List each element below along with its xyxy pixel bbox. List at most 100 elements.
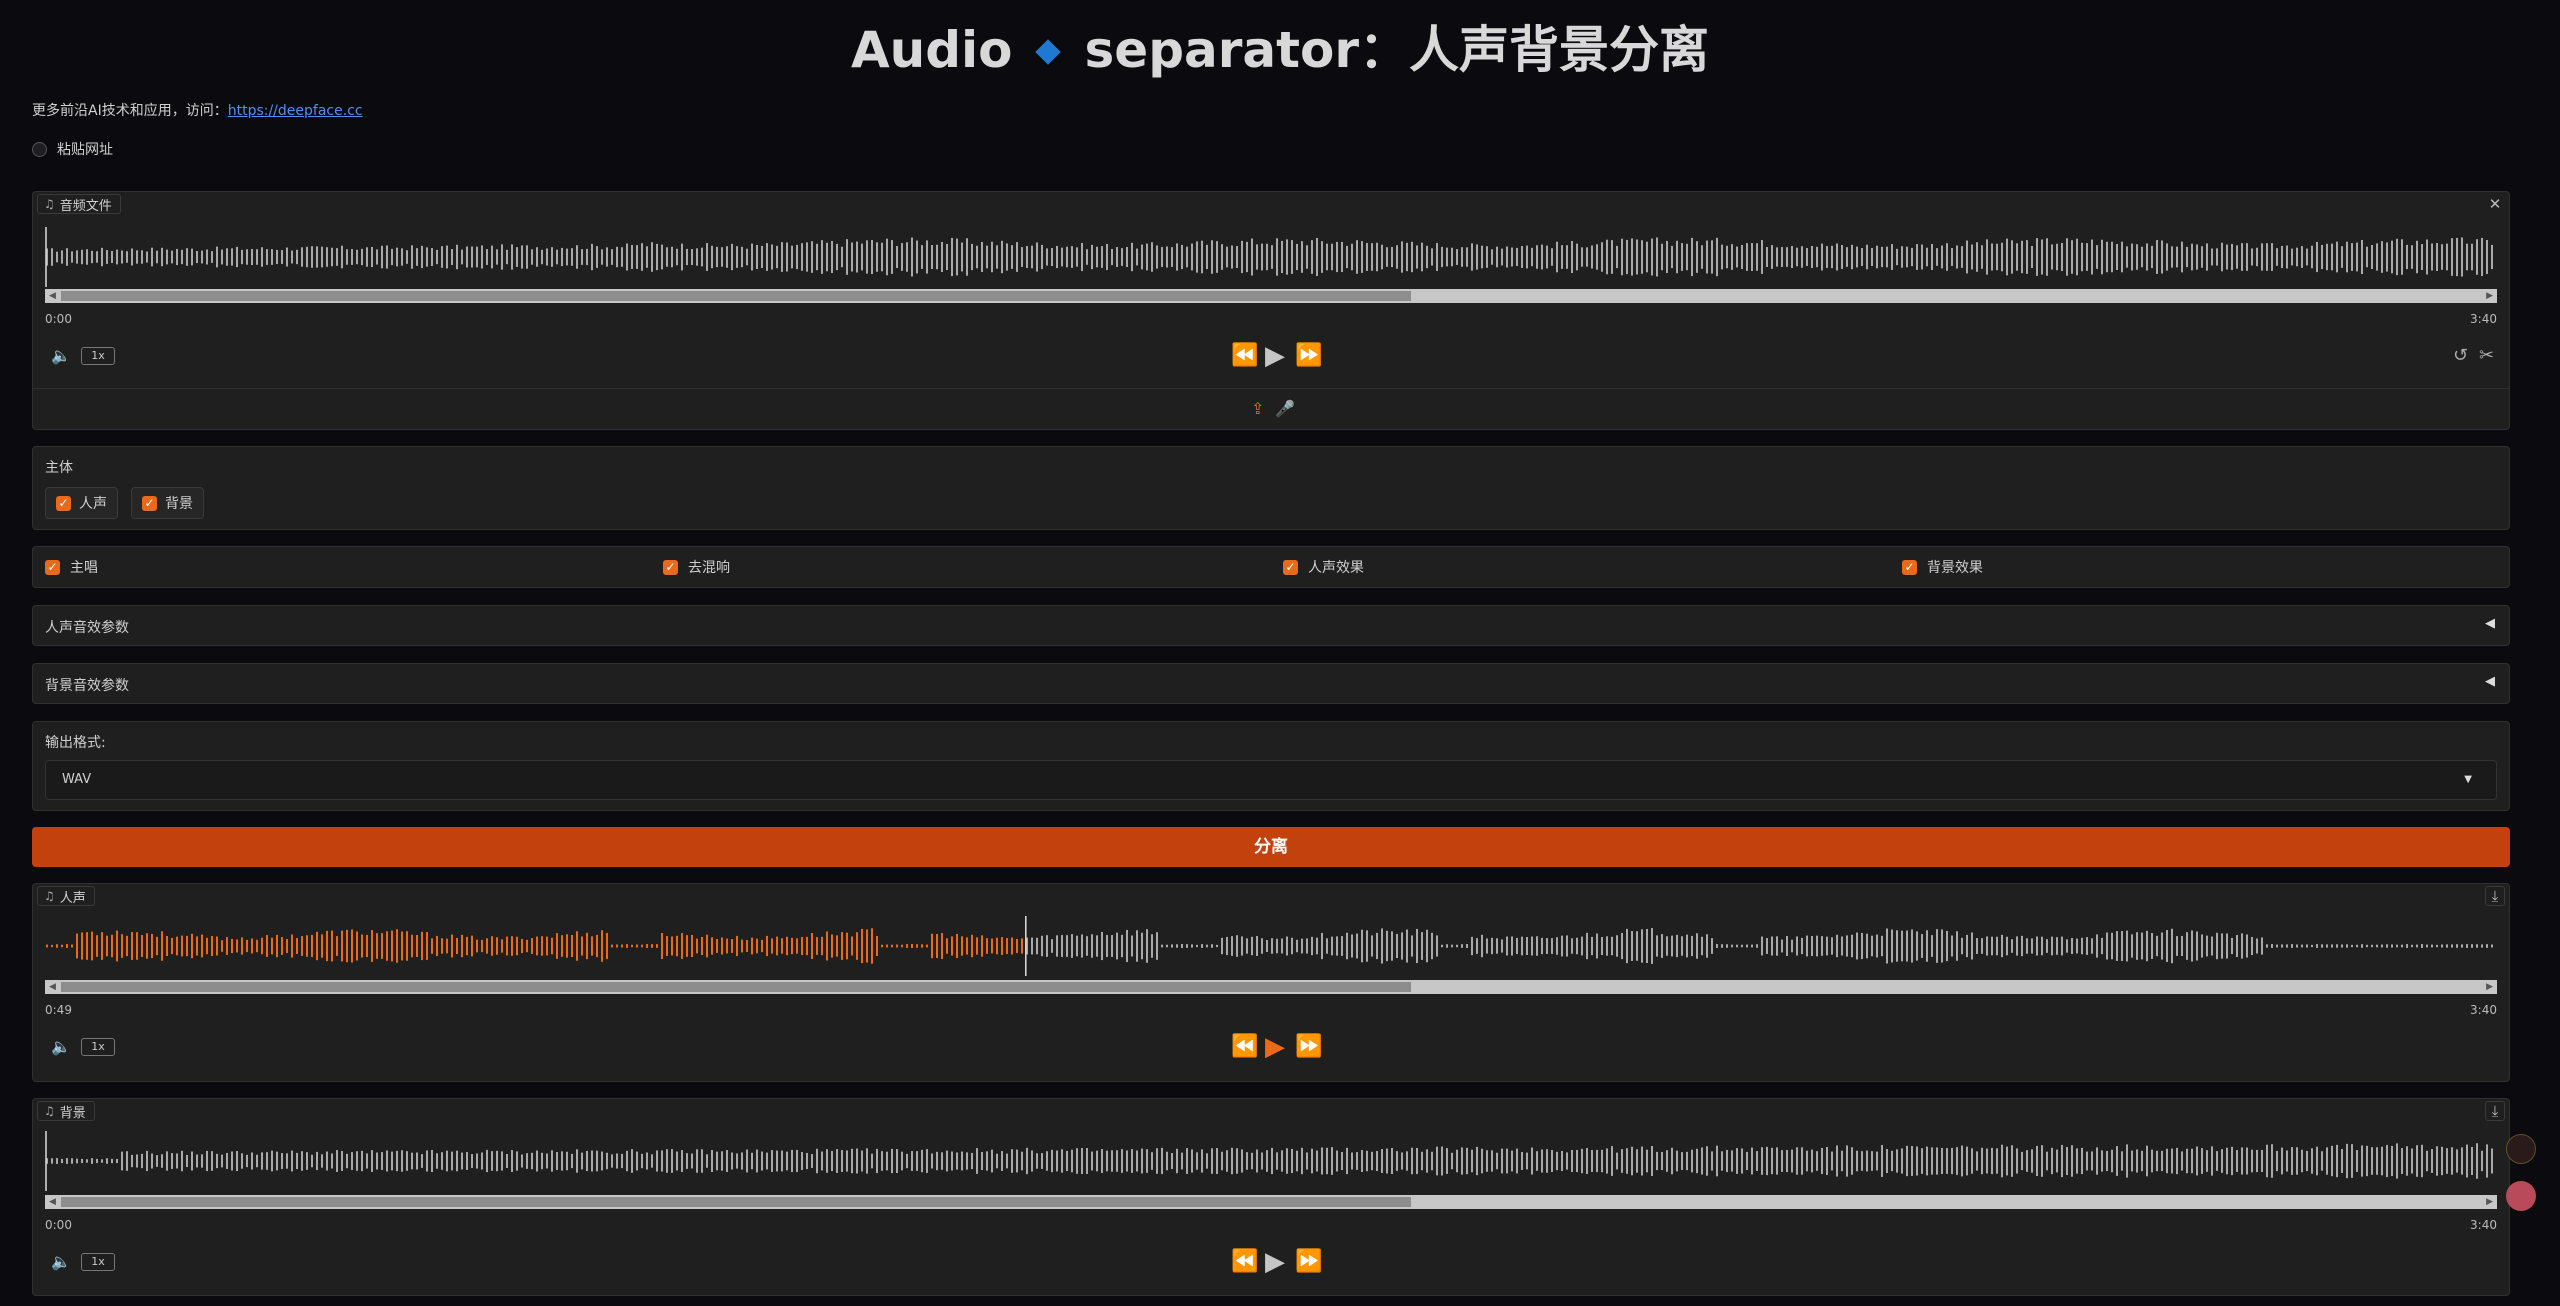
volume-icon[interactable]: 🔈 bbox=[51, 1252, 71, 1271]
option-background-effects[interactable]: ✓ 背景效果 bbox=[1902, 547, 1983, 587]
subject-panel: 主体 ✓ 人声 ✓ 背景 bbox=[32, 446, 2510, 530]
option-lead-vocal[interactable]: ✓ 主唱 bbox=[45, 547, 98, 587]
check-icon[interactable]: ✓ bbox=[663, 559, 678, 575]
title-part2: separator：人声背景分离 bbox=[1084, 21, 1710, 79]
playback-rate-button[interactable]: 1x bbox=[81, 1038, 115, 1056]
vocals-output-panel: ♫ 人声 ⤓ ◀ ▶ 0:49 3:40 🔈 1x ⏪ ▶ ⏩ bbox=[32, 883, 2510, 1082]
check-icon[interactable]: ✓ bbox=[56, 495, 71, 511]
trim-scissors-icon[interactable]: ✂ bbox=[2479, 345, 2494, 366]
close-icon[interactable]: ✕ bbox=[2485, 194, 2505, 214]
paste-url-radio[interactable] bbox=[32, 141, 47, 157]
collapse-arrow-icon[interactable]: ◀ bbox=[2485, 616, 2495, 631]
background-label: 背景 bbox=[59, 1105, 86, 1121]
dropdown-caret-icon[interactable]: ▼ bbox=[2464, 761, 2472, 799]
format-panel: 输出格式: WAV ▼ bbox=[32, 721, 2510, 811]
microphone-icon[interactable]: 🎤 bbox=[1275, 399, 1295, 418]
scroll-right-arrow-icon[interactable]: ▶ bbox=[2486, 289, 2493, 303]
skip-forward-icon[interactable]: ⏩ bbox=[1295, 1249, 1322, 1275]
accordion-background-params[interactable]: 背景音效参数 ◀ bbox=[32, 663, 2510, 704]
background-time-start: 0:00 bbox=[45, 1218, 72, 1232]
accordion-vocal-params[interactable]: 人声音效参数 ◀ bbox=[32, 605, 2510, 646]
music-note-icon: ♫ bbox=[44, 889, 55, 903]
vocals-scroll-thumb[interactable] bbox=[61, 982, 1411, 992]
scroll-left-arrow-icon[interactable]: ◀ bbox=[49, 289, 56, 303]
check-icon[interactable]: ✓ bbox=[45, 559, 60, 575]
download-icon[interactable]: ⤓ bbox=[2485, 886, 2505, 906]
skip-forward-icon[interactable]: ⏩ bbox=[1295, 343, 1322, 369]
upload-icon[interactable]: ⇪ bbox=[1251, 399, 1264, 418]
background-controls: 🔈 1x ⏪ ▶ ⏩ bbox=[45, 1249, 2497, 1275]
accordion-label: 人声音效参数 bbox=[45, 620, 129, 636]
accordion-label: 背景音效参数 bbox=[45, 678, 129, 694]
option-label: 背景效果 bbox=[1927, 560, 1983, 576]
play-icon[interactable]: ▶ bbox=[1265, 1034, 1285, 1060]
scroll-right-arrow-icon[interactable]: ▶ bbox=[2486, 980, 2493, 994]
input-audio-label: 音频文件 bbox=[59, 198, 112, 214]
vocals-time-current: 0:49 bbox=[45, 1003, 72, 1017]
skip-forward-icon[interactable]: ⏩ bbox=[1295, 1034, 1322, 1060]
background-scroll-thumb[interactable] bbox=[61, 1197, 1411, 1207]
play-icon[interactable]: ▶ bbox=[1265, 343, 1285, 369]
play-icon[interactable]: ▶ bbox=[1265, 1249, 1285, 1275]
source-bar: ⇪ 🎤 bbox=[33, 388, 2509, 428]
option-label: 人声效果 bbox=[1308, 560, 1364, 576]
background-scrollbar[interactable]: ◀ ▶ bbox=[45, 1195, 2497, 1209]
paste-url-label: 粘贴网址 bbox=[57, 142, 113, 158]
option-vocal-effects[interactable]: ✓ 人声效果 bbox=[1283, 547, 1364, 587]
scroll-left-arrow-icon[interactable]: ◀ bbox=[49, 1195, 56, 1209]
separate-button[interactable]: 分离 bbox=[32, 827, 2510, 867]
option-label: 主唱 bbox=[70, 560, 98, 576]
input-controls: 🔈 1x ⏪ ▶ ⏩ ↺ ✂ bbox=[45, 343, 2497, 369]
undo-icon[interactable]: ↺ bbox=[2453, 345, 2468, 366]
skip-backward-icon[interactable]: ⏪ bbox=[1231, 343, 1258, 369]
page-title: Audio separator：人声背景分离 bbox=[0, 18, 2560, 82]
option-label: 去混响 bbox=[688, 560, 730, 576]
input-audio-tag: ♫ 音频文件 bbox=[37, 194, 121, 214]
background-waveform[interactable] bbox=[45, 1131, 2497, 1191]
more-info: 更多前沿AI技术和应用，访问：https://deepface.cc bbox=[32, 100, 363, 120]
floating-tool-icon[interactable] bbox=[2506, 1134, 2536, 1164]
skip-backward-icon[interactable]: ⏪ bbox=[1231, 1034, 1258, 1060]
format-label: 输出格式: bbox=[45, 735, 106, 751]
scroll-left-arrow-icon[interactable]: ◀ bbox=[49, 980, 56, 994]
vocals-scrollbar[interactable]: ◀ ▶ bbox=[45, 980, 2497, 994]
subject-option-vocals[interactable]: ✓ 人声 bbox=[45, 487, 118, 519]
option-dereverb[interactable]: ✓ 去混响 bbox=[663, 547, 730, 587]
download-icon[interactable]: ⤓ bbox=[2485, 1101, 2505, 1121]
background-output-panel: ♫ 背景 ⤓ ◀ ▶ 0:00 3:40 🔈 1x ⏪ ▶ ⏩ bbox=[32, 1098, 2510, 1296]
input-waveform[interactable] bbox=[45, 227, 2497, 287]
input-time-start: 0:00 bbox=[45, 312, 72, 326]
playback-rate-button[interactable]: 1x bbox=[81, 1253, 115, 1271]
deepface-link[interactable]: https://deepface.cc bbox=[228, 103, 363, 119]
input-time-end: 3:40 bbox=[2470, 312, 2497, 326]
check-icon[interactable]: ✓ bbox=[142, 495, 157, 511]
playback-rate-button[interactable]: 1x bbox=[81, 347, 115, 365]
vocals-label: 人声 bbox=[59, 890, 86, 906]
vocals-time-end: 3:40 bbox=[2470, 1003, 2497, 1017]
title-part1: Audio bbox=[850, 21, 1013, 79]
scroll-right-arrow-icon[interactable]: ▶ bbox=[2486, 1195, 2493, 1209]
volume-icon[interactable]: 🔈 bbox=[51, 1037, 71, 1056]
vocals-waveform[interactable] bbox=[45, 916, 2497, 976]
music-note-icon: ♫ bbox=[44, 197, 55, 211]
music-note-icon: ♫ bbox=[44, 1104, 55, 1118]
check-icon[interactable]: ✓ bbox=[1902, 559, 1917, 575]
input-scroll-thumb[interactable] bbox=[61, 291, 1411, 301]
subject-option-background[interactable]: ✓ 背景 bbox=[131, 487, 204, 519]
input-audio-panel: ♫ 音频文件 ✕ ◀ ▶ 0:00 3:40 🔈 1x ⏪ ▶ ⏩ ↺ ✂ ⇪ … bbox=[32, 191, 2510, 430]
collapse-arrow-icon[interactable]: ◀ bbox=[2485, 674, 2495, 689]
input-scrollbar[interactable]: ◀ ▶ bbox=[45, 289, 2497, 303]
vocals-tag: ♫ 人声 bbox=[37, 886, 95, 906]
skip-backward-icon[interactable]: ⏪ bbox=[1231, 1249, 1258, 1275]
paste-url-checkbox[interactable]: 粘贴网址 bbox=[32, 139, 113, 159]
background-time-end: 3:40 bbox=[2470, 1218, 2497, 1232]
volume-icon[interactable]: 🔈 bbox=[51, 346, 71, 365]
format-select[interactable]: WAV ▼ bbox=[45, 760, 2497, 800]
diamond-icon bbox=[1034, 39, 1061, 65]
format-value: WAV bbox=[62, 772, 92, 787]
floating-avatar-icon[interactable] bbox=[2506, 1181, 2536, 1211]
options-panel: ✓ 主唱 ✓ 去混响 ✓ 人声效果 ✓ 背景效果 bbox=[32, 546, 2510, 588]
vocals-controls: 🔈 1x ⏪ ▶ ⏩ bbox=[45, 1034, 2497, 1060]
check-icon[interactable]: ✓ bbox=[1283, 559, 1298, 575]
more-text: 更多前沿AI技术和应用，访问： bbox=[32, 103, 228, 119]
